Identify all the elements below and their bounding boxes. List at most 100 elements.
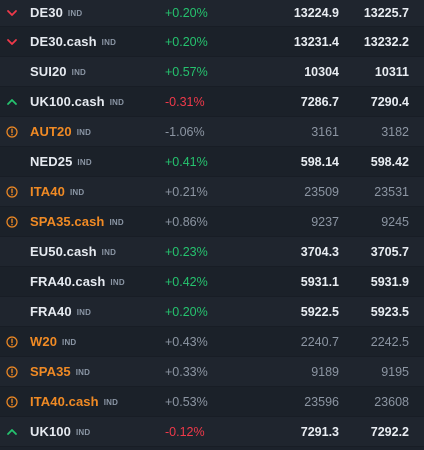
instrument-symbol: SPA35.cash IND: [30, 213, 124, 231]
bid-price[interactable]: 23596: [304, 395, 339, 409]
instrument-symbol: DE30.cash IND: [30, 33, 116, 51]
symbol-type-tag: IND: [76, 127, 92, 137]
ask-price[interactable]: 9195: [381, 365, 409, 379]
symbol-type-tag: IND: [71, 67, 87, 77]
instrument-row-spa35[interactable]: SPA35 IND +0.33% 9189 9195: [0, 357, 424, 387]
ask-price[interactable]: 5923.5: [371, 305, 409, 319]
symbol-type-tag: IND: [75, 367, 91, 377]
bid-price[interactable]: 2240.7: [301, 335, 339, 349]
bid-price[interactable]: 13231.4: [294, 35, 339, 49]
symbol-name: UK100.cash: [30, 93, 105, 109]
no-indicator: [6, 306, 18, 318]
symbol-name: W20: [30, 333, 58, 349]
instrument-symbol: NED25 IND: [30, 153, 92, 171]
instrument-row-ned25[interactable]: NED25 IND +0.41% 598.14 598.42: [0, 147, 424, 177]
instrument-row-de30-cash[interactable]: DE30.cash IND +0.20% 13231.4 13232.2: [0, 27, 424, 57]
instrument-row-ita40[interactable]: ITA40 IND +0.21% 23509 23531: [0, 177, 424, 207]
daily-change: +0.41%: [165, 154, 208, 169]
symbol-type-tag: IND: [75, 427, 91, 437]
daily-change: +0.86%: [165, 214, 208, 229]
ask-price[interactable]: 3182: [381, 125, 409, 139]
instrument-row-fra40[interactable]: FRA40 IND +0.20% 5922.5 5923.5: [0, 297, 424, 327]
instrument-symbol: DE30 IND: [30, 4, 82, 22]
bid-price[interactable]: 7291.3: [301, 425, 339, 439]
bid-price[interactable]: 7286.7: [301, 95, 339, 109]
instrument-list: DE30 IND +0.20% 13224.9 13225.7 DE30.cash…: [0, 0, 424, 447]
instrument-row-uk100-cash[interactable]: UK100.cash IND -0.31% 7286.7 7290.4: [0, 87, 424, 117]
instrument-row-uk100[interactable]: UK100 IND -0.12% 7291.3 7292.2: [0, 417, 424, 447]
daily-change: +0.42%: [165, 274, 208, 289]
daily-change: -0.31%: [165, 94, 205, 109]
info-circle-icon: [6, 395, 18, 408]
bid-price[interactable]: 9189: [311, 365, 339, 379]
daily-change: +0.53%: [165, 394, 208, 409]
symbol-name: DE30.cash: [30, 33, 97, 49]
symbol-name: SPA35: [30, 363, 71, 379]
info-circle-icon: [6, 335, 18, 348]
info-circle-icon: [6, 185, 18, 198]
bid-price[interactable]: 23509: [304, 185, 339, 199]
chevron-up-icon: [6, 96, 18, 108]
symbol-name: ITA40.cash: [30, 393, 99, 409]
symbol-name: NED25: [30, 153, 73, 169]
no-indicator: [6, 66, 18, 78]
symbol-type-tag: IND: [110, 277, 125, 287]
instrument-symbol: UK100 IND: [30, 423, 90, 441]
daily-change: +0.20%: [165, 34, 208, 49]
ask-price[interactable]: 10311: [375, 65, 409, 79]
ask-price[interactable]: 7292.2: [371, 425, 409, 439]
ask-price[interactable]: 2242.5: [371, 335, 409, 349]
ask-price[interactable]: 13225.7: [364, 6, 409, 20]
ask-price[interactable]: 9245: [381, 215, 409, 229]
bid-price[interactable]: 9237: [311, 215, 339, 229]
daily-change: +0.57%: [165, 64, 208, 79]
bid-price[interactable]: 10304: [304, 65, 339, 79]
instrument-row-spa35-cash[interactable]: SPA35.cash IND +0.86% 9237 9245: [0, 207, 424, 237]
symbol-type-tag: IND: [76, 307, 92, 317]
info-circle-icon: [6, 125, 18, 138]
ask-price[interactable]: 5931.9: [371, 275, 409, 289]
instrument-symbol: AUT20 IND: [30, 123, 91, 141]
daily-change: +0.20%: [165, 304, 208, 319]
daily-change: -0.12%: [165, 424, 205, 439]
bid-price[interactable]: 5922.5: [301, 305, 339, 319]
chevron-up-icon: [6, 426, 18, 438]
symbol-name: FRA40: [30, 303, 72, 319]
daily-change: +0.23%: [165, 244, 208, 259]
symbol-type-tag: IND: [109, 217, 124, 227]
info-circle-icon: [6, 365, 18, 378]
instrument-row-fra40-cash[interactable]: FRA40.cash IND +0.42% 5931.1 5931.9: [0, 267, 424, 297]
instrument-row-sui20[interactable]: SUI20 IND +0.57% 10304 10311: [0, 57, 424, 87]
no-indicator: [6, 276, 18, 288]
no-indicator: [6, 156, 18, 168]
symbol-type-tag: IND: [62, 337, 77, 347]
symbol-type-tag: IND: [103, 397, 119, 407]
symbol-name: FRA40.cash: [30, 273, 106, 289]
ask-price[interactable]: 3705.7: [371, 245, 409, 259]
symbol-type-tag: IND: [67, 9, 83, 18]
symbol-type-tag: IND: [101, 247, 117, 257]
daily-change: +0.21%: [165, 184, 208, 199]
symbol-type-tag: IND: [101, 37, 117, 47]
instrument-row-de30[interactable]: DE30 IND +0.20% 13224.9 13225.7: [0, 0, 424, 27]
ask-price[interactable]: 598.42: [371, 155, 409, 169]
ask-price[interactable]: 23608: [374, 395, 409, 409]
ask-price[interactable]: 13232.2: [364, 35, 409, 49]
bid-price[interactable]: 598.14: [301, 155, 339, 169]
instrument-row-w20[interactable]: W20 IND +0.43% 2240.7 2242.5: [0, 327, 424, 357]
symbol-type-tag: IND: [69, 187, 85, 197]
symbol-name: SUI20: [30, 63, 67, 79]
bid-price[interactable]: 3161: [311, 125, 339, 139]
info-circle-icon: [6, 215, 18, 228]
ask-price[interactable]: 23531: [374, 185, 409, 199]
bid-price[interactable]: 5931.1: [301, 275, 339, 289]
instrument-row-aut20[interactable]: AUT20 IND -1.06% 3161 3182: [0, 117, 424, 147]
instrument-row-eu50-cash[interactable]: EU50.cash IND +0.23% 3704.3 3705.7: [0, 237, 424, 267]
ask-price[interactable]: 7290.4: [371, 95, 409, 109]
bid-price[interactable]: 3704.3: [301, 245, 339, 259]
daily-change: +0.33%: [165, 364, 208, 379]
instrument-symbol: W20 IND: [30, 333, 76, 351]
instrument-row-ita40-cash[interactable]: ITA40.cash IND +0.53% 23596 23608: [0, 387, 424, 417]
instrument-symbol: FRA40.cash IND: [30, 273, 125, 291]
bid-price[interactable]: 13224.9: [294, 6, 339, 20]
